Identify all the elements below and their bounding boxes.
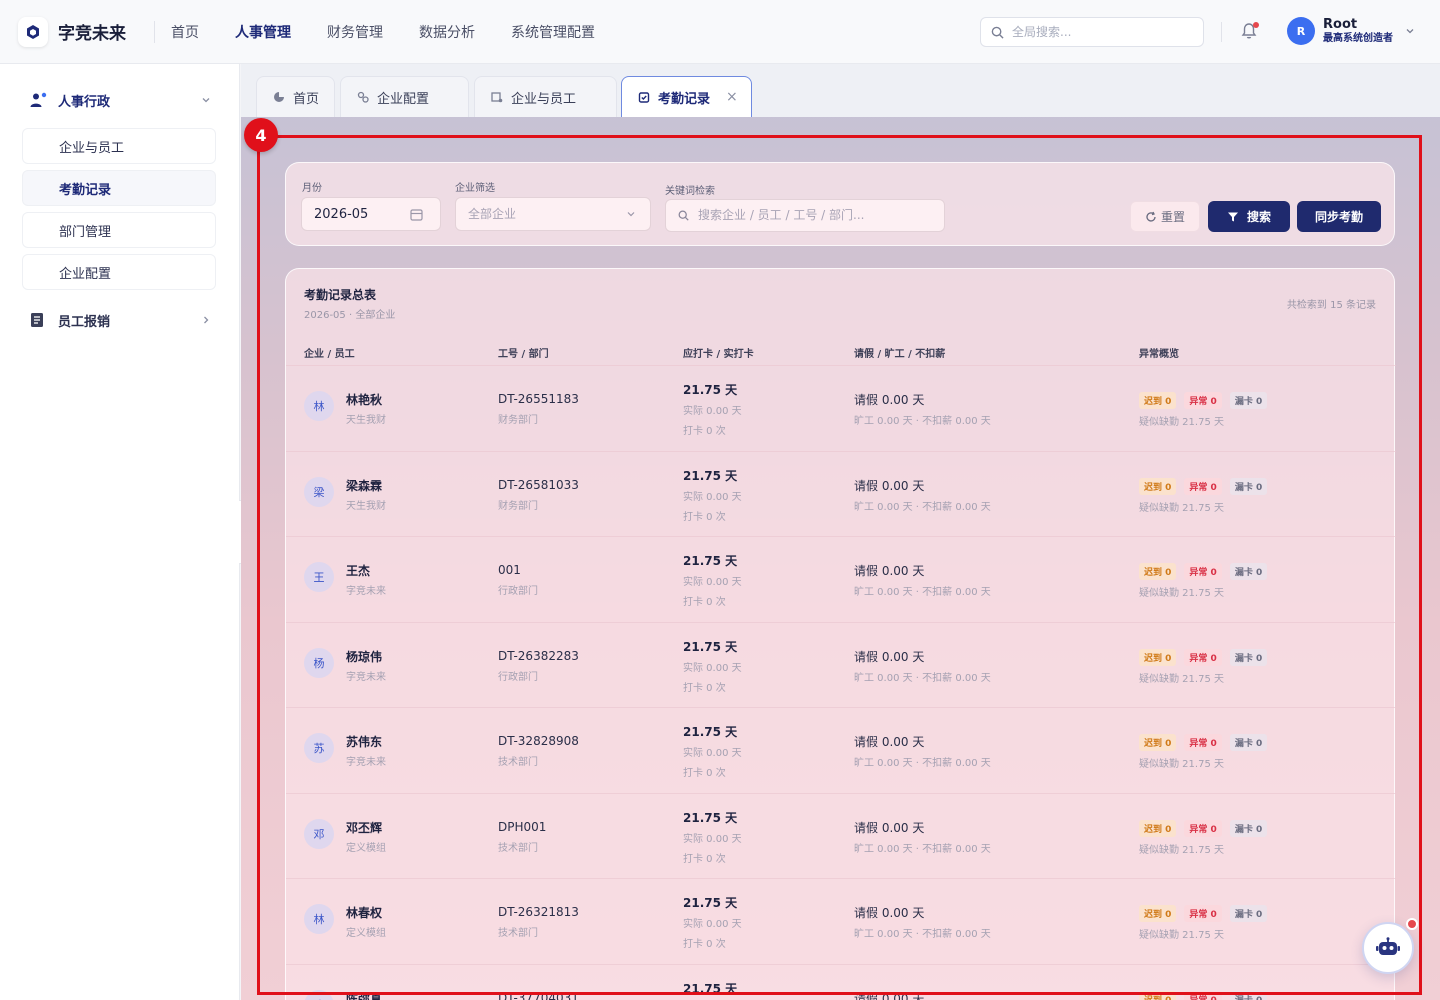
tab-company-config[interactable]: 企业配置	[340, 76, 469, 117]
calendar-check-icon	[638, 92, 650, 103]
avatar: R	[1287, 17, 1315, 45]
search-icon	[991, 26, 1004, 39]
app-name: 字竞未来	[58, 24, 126, 44]
bell-icon[interactable]	[1240, 22, 1260, 42]
sidebar-group-label: 员工报销	[58, 314, 111, 330]
close-icon[interactable]: ×	[726, 89, 738, 105]
settings-icon	[357, 91, 369, 103]
nav-item-home[interactable]: 首页	[171, 22, 199, 42]
sidebar-group-reimbursement[interactable]: 员工报销	[0, 302, 239, 338]
sidebar-group-label: 人事行政	[58, 94, 111, 110]
global-search-input[interactable]	[1012, 25, 1182, 39]
sidebar-group-hr-admin[interactable]: 人事行政	[0, 82, 239, 118]
sidebar-item-departments[interactable]: 部门管理	[22, 212, 216, 248]
notification-dot	[1253, 22, 1259, 28]
top-nav: 首页 人事管理 财务管理 数据分析 系统管理配置	[171, 22, 631, 42]
tab-home[interactable]: 首页	[256, 76, 335, 117]
user-role: 最高系统创造者	[1323, 32, 1393, 44]
nav-item-hr[interactable]: 人事管理	[235, 22, 291, 42]
annotation-box	[257, 135, 1422, 995]
annotation-badge: 4	[244, 118, 278, 152]
document-icon	[31, 313, 43, 327]
divider	[1221, 22, 1222, 42]
sidebar-item-company-config[interactable]: 企业配置	[22, 254, 216, 290]
chevron-down-icon	[1406, 29, 1414, 34]
user-name: Root	[1323, 17, 1358, 33]
sidebar-item-company-employee[interactable]: 企业与员工	[22, 128, 216, 164]
chevron-right-icon	[204, 316, 209, 324]
app-logo[interactable]: 字竞未来	[18, 16, 154, 47]
nav-item-analytics[interactable]: 数据分析	[419, 22, 475, 42]
hexagon-logo-icon	[18, 16, 48, 47]
chevron-down-icon	[202, 98, 210, 103]
global-search[interactable]	[980, 17, 1204, 47]
id-card-icon	[491, 92, 503, 103]
divider	[154, 20, 155, 43]
users-icon	[30, 92, 47, 107]
user-menu[interactable]: R Root 最高系统创造者	[1287, 17, 1415, 45]
assistant-button[interactable]	[1362, 922, 1414, 974]
tab-attendance[interactable]: 考勤记录 ×	[621, 76, 752, 117]
tab-bar: 首页 企业配置 企业与员工 考勤记录 ×	[241, 64, 1440, 117]
pie-chart-icon	[274, 92, 284, 102]
nav-item-system[interactable]: 系统管理配置	[511, 22, 595, 42]
sidebar: 人事行政 企业与员工 考勤记录 部门管理 企业配置 员工报销	[0, 64, 240, 1000]
tab-company-employee[interactable]: 企业与员工	[474, 76, 617, 117]
robot-icon	[1376, 937, 1400, 955]
nav-item-finance[interactable]: 财务管理	[327, 22, 383, 42]
main-content: 首页 企业配置 企业与员工 考勤记录 × 月份 企业筛选 关键词检索	[241, 64, 1440, 1000]
top-bar: 字竞未来 首页 人事管理 财务管理 数据分析 系统管理配置 R Root 最高系…	[0, 0, 1440, 64]
notification-dot	[1406, 918, 1418, 930]
sidebar-item-attendance[interactable]: 考勤记录	[22, 170, 216, 206]
